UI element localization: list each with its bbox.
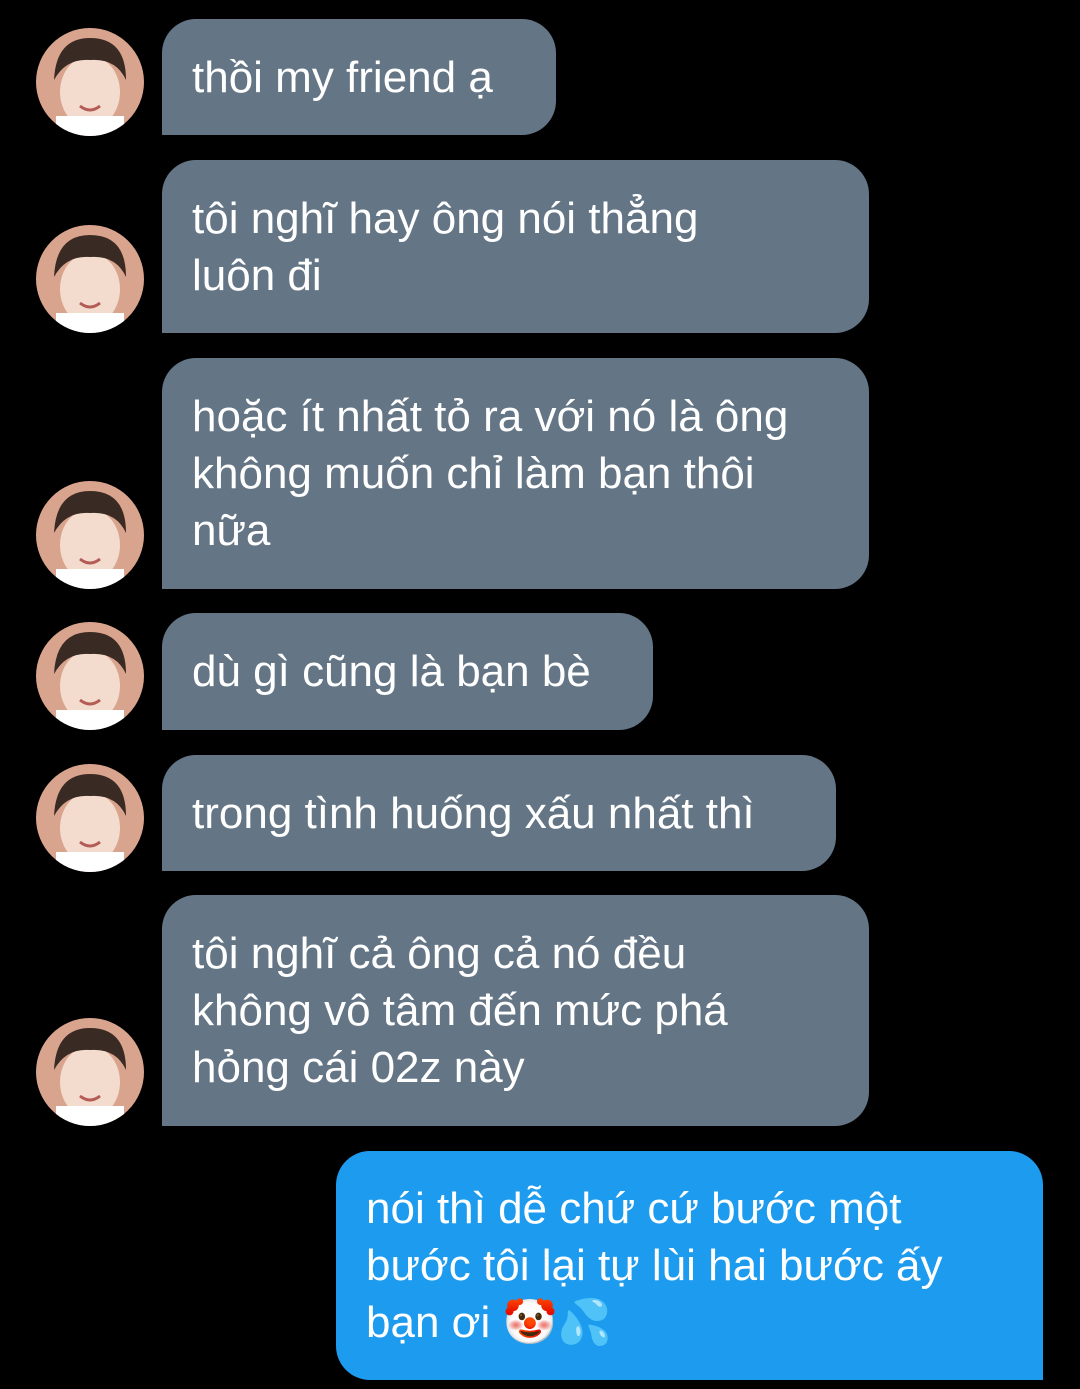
user-photo-avatar-icon	[36, 1018, 144, 1126]
avatar-icon[interactable]	[36, 622, 144, 730]
avatar-icon[interactable]	[36, 1018, 144, 1126]
avatar-icon[interactable]	[36, 481, 144, 589]
user-photo-avatar-icon	[36, 28, 144, 136]
message-text: nữa	[192, 506, 271, 555]
outgoing-message-bubble[interactable]: nói thì dễ chứ cứ bước một bước tôi lại …	[336, 1151, 1043, 1380]
message-text: bạn ơi 🤡💦	[366, 1298, 613, 1347]
message-text: hỏng cái 02z này	[192, 1043, 525, 1092]
avatar-icon[interactable]	[36, 225, 144, 333]
incoming-message-bubble[interactable]: hoặc ít nhất tỏ ra với nó là ông không m…	[162, 358, 869, 589]
user-photo-avatar-icon	[36, 622, 144, 730]
user-photo-avatar-icon	[36, 225, 144, 333]
incoming-message-bubble[interactable]: tôi nghĩ hay ông nói thẳng luôn đi	[162, 160, 869, 333]
message-text: tôi nghĩ hay ông nói thẳng	[192, 193, 699, 243]
avatar-icon[interactable]	[36, 28, 144, 136]
message-text: luôn đi	[192, 250, 322, 300]
message-text: không muốn chỉ làm bạn thôi	[192, 449, 755, 498]
message-text: nói thì dễ chứ cứ bước một	[366, 1184, 902, 1233]
message-text: không vô tâm đến mức phá	[192, 986, 728, 1035]
message-text: trong tình huống xấu nhất thì	[192, 788, 755, 838]
message-text: thồi my friend ạ	[192, 52, 493, 102]
message-text: tôi nghĩ cả ông cả nó đều	[192, 929, 687, 978]
message-text: dù gì cũng là bạn bè	[192, 647, 591, 696]
incoming-message-bubble[interactable]: dù gì cũng là bạn bè	[162, 613, 653, 730]
avatar-icon[interactable]	[36, 764, 144, 872]
incoming-message-bubble[interactable]: trong tình huống xấu nhất thì	[162, 755, 836, 871]
user-photo-avatar-icon	[36, 764, 144, 872]
message-text: bước tôi lại tự lùi hai bước ấy	[366, 1241, 943, 1290]
message-text: hoặc ít nhất tỏ ra với nó là ông	[192, 392, 789, 441]
user-photo-avatar-icon	[36, 481, 144, 589]
incoming-message-bubble[interactable]: tôi nghĩ cả ông cả nó đều không vô tâm đ…	[162, 895, 869, 1126]
incoming-message-bubble[interactable]: thồi my friend ạ	[162, 19, 556, 135]
